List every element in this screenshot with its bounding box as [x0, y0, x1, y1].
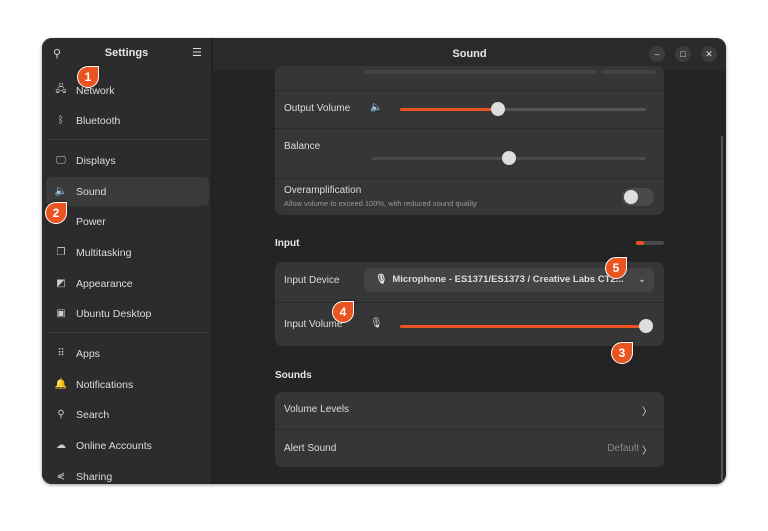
scrollbar[interactable]	[721, 136, 723, 481]
sidebar-item-label: Displays	[76, 154, 116, 167]
sounds-header: Sounds	[275, 370, 312, 381]
callout-4: 4	[332, 301, 354, 323]
overamplification-toggle[interactable]	[622, 188, 654, 206]
sidebar-item-label: Bluetooth	[76, 114, 121, 127]
input-device-value: Microphone - ES1371/ES1373 / Creative La…	[392, 274, 624, 285]
sidebar-item-search[interactable]: ⚲ Search	[46, 400, 209, 429]
balance-row: Balance	[275, 128, 664, 178]
output-card: Output Volume 🔈 Balance Overamplificatio…	[275, 66, 664, 215]
multitasking-icon: ❐	[56, 247, 66, 258]
sidebar-item-label: Appearance	[76, 277, 133, 290]
balance-label: Balance	[284, 141, 321, 152]
callout-5: 5	[605, 257, 627, 279]
alert-sound-value: Default	[607, 443, 639, 454]
input-header: Input	[275, 238, 300, 249]
sidebar-item-sharing[interactable]: ⋞ Sharing	[46, 462, 209, 484]
output-volume-row: Output Volume 🔈	[275, 90, 664, 128]
chevron-right-icon: 〉	[642, 446, 652, 457]
speaker-icon: 🔈	[370, 102, 383, 113]
sidebar-item-appearance[interactable]: ◩ Appearance	[46, 269, 209, 298]
sidebar-item-label: Sharing	[76, 470, 113, 483]
sidebar-item-label: Online Accounts	[76, 439, 152, 452]
volume-levels-row[interactable]: Volume Levels 〉	[275, 392, 664, 429]
sidebar-divider	[48, 139, 208, 140]
alert-sound-label: Alert Sound	[284, 443, 337, 454]
sidebar-item-displays[interactable]: 🖵 Displays	[46, 146, 209, 175]
main-panel: Sound – □ ✕ Output Volume 🔈 Balance Over…	[213, 38, 726, 484]
sidebar-item-label: Sound	[76, 185, 107, 198]
callout-2: 2	[45, 202, 67, 224]
sidebar-item-label: Multitasking	[76, 246, 132, 259]
sidebar-divider	[48, 332, 208, 333]
bell-icon: 🔔	[54, 379, 68, 390]
ubuntu-desktop-icon: ▣	[56, 308, 66, 319]
sidebar-item-power[interactable]: Power	[46, 207, 209, 236]
apps-icon: ⠿	[57, 348, 65, 359]
sidebar-item-label: Apps	[76, 347, 100, 360]
sidebar-item-sound[interactable]: 🔈 Sound	[46, 177, 209, 206]
input-volume-slider[interactable]	[400, 319, 653, 333]
bluetooth-icon: ᛒ	[58, 115, 64, 126]
input-level-meter	[636, 241, 664, 245]
sidebar-title: Settings	[104, 47, 149, 59]
microphone-icon: 🎙	[370, 318, 383, 329]
chevron-down-icon: ⌄	[638, 274, 646, 285]
overamplification-row: Overamplification Allow volume to exceed…	[275, 178, 664, 215]
sounds-card: Volume Levels 〉 Alert Sound Default 〉	[275, 392, 664, 467]
alert-sound-row[interactable]: Alert Sound Default 〉	[275, 429, 664, 467]
sidebar-item-multitasking[interactable]: ❐ Multitasking	[46, 238, 209, 267]
sidebar-item-notifications[interactable]: 🔔 Notifications	[46, 370, 209, 399]
network-icon: 🖧	[55, 84, 67, 95]
chevron-right-icon: 〉	[642, 407, 652, 418]
search-icon: ⚲	[57, 409, 65, 420]
sidebar-item-label: Search	[76, 408, 110, 421]
close-button[interactable]: ✕	[701, 46, 717, 62]
input-device-label: Input Device	[284, 275, 340, 286]
sidebar-item-label: Ubuntu Desktop	[76, 307, 152, 320]
sidebar-item-apps[interactable]: ⠿ Apps	[46, 339, 209, 368]
sidebar-item-label: Notifications	[76, 378, 134, 391]
overamplification-label: Overamplification	[284, 185, 362, 196]
minimize-button[interactable]: –	[649, 46, 665, 62]
balance-slider[interactable]	[372, 151, 646, 165]
display-icon: 🖵	[56, 155, 66, 166]
cloud-icon: ☁	[56, 440, 66, 451]
sidebar-item-network[interactable]: 🖧 Network	[46, 76, 209, 105]
share-icon: ⋞	[56, 471, 66, 482]
output-volume-label: Output Volume	[284, 103, 351, 114]
volume-levels-label: Volume Levels	[284, 404, 350, 415]
speaker-icon: 🔈	[54, 186, 68, 197]
sidebar: ⚲ Settings ☰ 🖧 Network ᛒ Bluetooth 🖵 Displays…	[42, 38, 212, 484]
output-volume-slider[interactable]	[400, 102, 646, 116]
sidebar-item-online-accounts[interactable]: ☁ Online Accounts	[46, 431, 209, 460]
hamburger-menu-icon[interactable]: ☰	[192, 46, 202, 59]
sidebar-item-bluetooth[interactable]: ᛒ Bluetooth	[46, 106, 209, 135]
microphone-icon: 🎙	[375, 274, 388, 285]
sidebar-item-ubuntu-desktop[interactable]: ▣ Ubuntu Desktop	[46, 299, 209, 328]
sidebar-item-label: Power	[76, 215, 106, 228]
appearance-icon: ◩	[56, 278, 66, 289]
callout-1: 1	[77, 66, 99, 88]
overamplification-description: Allow volume to exceed 100%, with reduce…	[284, 199, 478, 208]
maximize-button[interactable]: □	[675, 46, 691, 62]
callout-3: 3	[611, 342, 633, 364]
